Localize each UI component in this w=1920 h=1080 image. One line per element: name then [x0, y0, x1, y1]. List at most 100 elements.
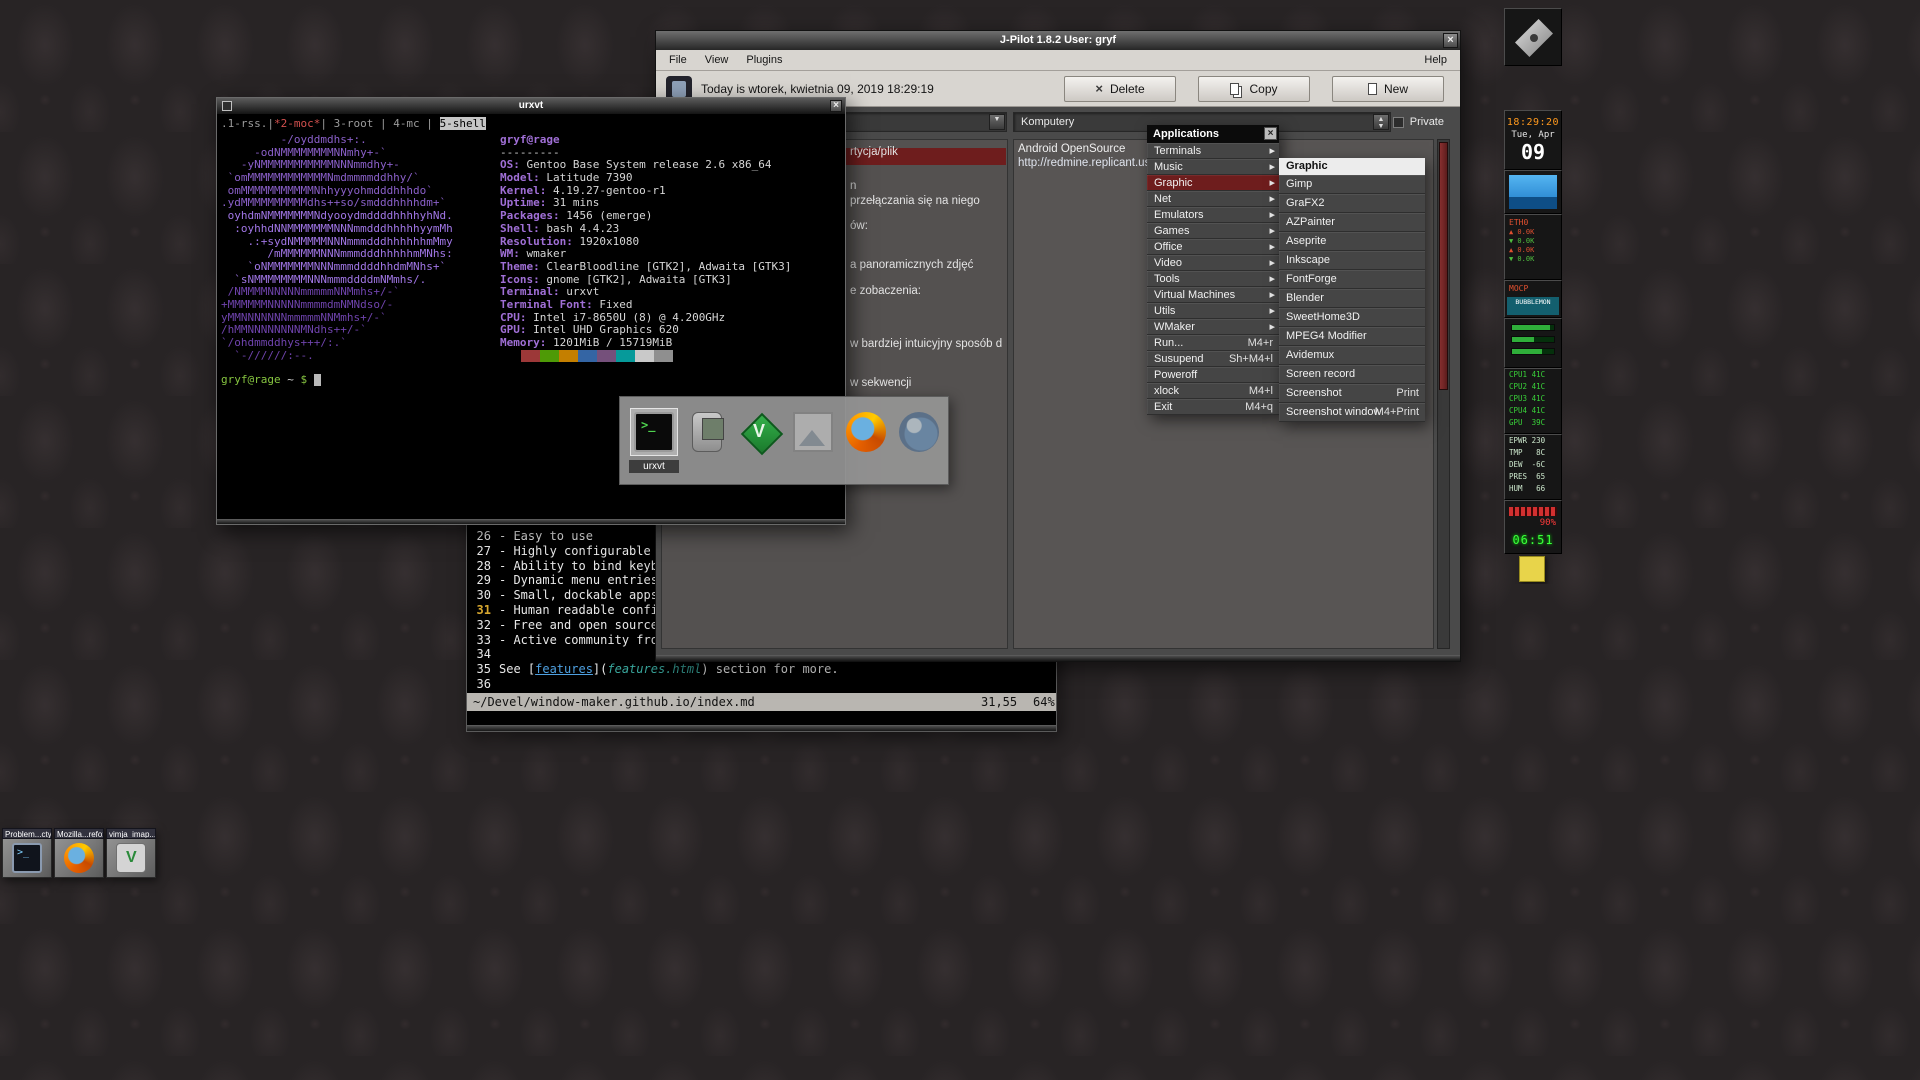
menu-item-grafx2[interactable]: GraFX2: [1279, 194, 1425, 213]
temperature-monitor-dockapp[interactable]: CPU1 41CCPU2 41CCPU3 41CCPU4 41CGPU 39C: [1504, 368, 1562, 434]
miniwindow-title: vimja_imap...: [106, 828, 156, 839]
vim-filename: ~/Devel/window-maker.github.io/index.md: [473, 693, 755, 711]
menu-item-aseprite[interactable]: Aseprite: [1279, 232, 1425, 251]
miniwindow-mozilla-refox[interactable]: Mozilla...refox: [54, 828, 104, 878]
menu-item-run[interactable]: Run...M4+r: [1147, 335, 1279, 351]
menu-item-screen-record[interactable]: Screen record: [1279, 365, 1425, 384]
terminal-titlebar[interactable]: urxvt ×: [217, 98, 845, 114]
vim-text-segment: features.html: [607, 662, 701, 676]
spinner-arrows-icon[interactable]: ▲▼: [1373, 114, 1389, 130]
menu-item-screenshot[interactable]: ScreenshotPrint: [1279, 384, 1425, 403]
menu-item-susupend[interactable]: SusupendSh+M4+l: [1147, 351, 1279, 367]
miniwindow-vimja-imap[interactable]: vimja_imap...: [106, 828, 156, 878]
menu-item-utils[interactable]: Utils▸: [1147, 303, 1279, 319]
pager-dockapp[interactable]: [1504, 170, 1562, 214]
network-monitor-dockapp[interactable]: ETH0▲ 0.0K▼ 0.0K▲ 0.0K▼ 0.0K: [1504, 214, 1562, 280]
menu-item-mpeg4-modifier[interactable]: MPEG4 Modifier: [1279, 327, 1425, 346]
info-value: urxvt: [566, 285, 599, 298]
menu-item-office[interactable]: Office▸: [1147, 239, 1279, 255]
close-icon[interactable]: ×: [1264, 127, 1277, 140]
jpilot-titlebar[interactable]: J-Pilot 1.8.2 User: gryf ×: [656, 31, 1460, 50]
record-url: http://redmine.replicant.us/: [1018, 157, 1154, 169]
terminal-tab[interactable]: .1-rss.: [221, 117, 267, 130]
wmaker-clip[interactable]: [1504, 8, 1562, 66]
menu-item-games[interactable]: Games▸: [1147, 223, 1279, 239]
new-button[interactable]: New: [1332, 76, 1444, 102]
menu-item-gimp[interactable]: Gimp: [1279, 175, 1425, 194]
menu-view[interactable]: View: [696, 52, 738, 68]
terminal-tab[interactable]: | 3-root | 4-mc |: [320, 117, 439, 130]
today-date-text: Today is wtorek, kwietnia 09, 2019 18:29…: [701, 82, 934, 96]
menu-item-avidemux[interactable]: Avidemux: [1279, 346, 1425, 365]
sticky-note-dockapp[interactable]: [1504, 556, 1562, 584]
launcher-item-firefox[interactable]: [842, 408, 890, 456]
menu-item-shortcut: M4+q: [1245, 399, 1273, 415]
menu-item-xlock[interactable]: xlockM4+l: [1147, 383, 1279, 399]
applications-menu: Applications × Terminals▸Music▸Graphic▸N…: [1147, 125, 1279, 415]
menu-item-screenshot-window[interactable]: Screenshot windowM4+Print: [1279, 403, 1425, 422]
close-icon[interactable]: ×: [830, 100, 842, 112]
info-label: WM:: [500, 247, 527, 260]
launcher-item-vim[interactable]: [736, 408, 784, 456]
copy-button[interactable]: Copy: [1198, 76, 1310, 102]
chevron-down-icon[interactable]: ▼: [989, 114, 1005, 130]
menu-item-sweethome3d[interactable]: SweetHome3D: [1279, 308, 1425, 327]
launcher-item-palm[interactable]: [683, 408, 731, 456]
terminal-tab[interactable]: |: [267, 117, 274, 130]
scrollbar-thumb[interactable]: [1439, 142, 1448, 390]
menu-item-inkscape[interactable]: Inkscape: [1279, 251, 1425, 270]
menu-item-poweroff[interactable]: Poweroff: [1147, 367, 1279, 383]
weather-station-dockapp[interactable]: EPWR 230TMP 8CDEW -6CPRES 65HUM 66: [1504, 434, 1562, 500]
delete-button[interactable]: × Delete: [1064, 76, 1176, 102]
load-monitor-dockapp[interactable]: [1504, 318, 1562, 368]
menu-item-label: Poweroff: [1154, 369, 1197, 381]
menu-item-terminals[interactable]: Terminals▸: [1147, 143, 1279, 159]
menu-item-label: Utils: [1154, 305, 1175, 317]
bubblemon-dockapp[interactable]: MOCPBUBBLEMON: [1504, 280, 1562, 318]
resize-handle[interactable]: [467, 725, 1056, 731]
private-checkbox[interactable]: [1393, 117, 1404, 128]
launcher-item-web-browser[interactable]: [895, 408, 943, 456]
terminal-tab-bar: .1-rss.|*2-moc*| 3-root | 4-mc | 5-shell: [221, 117, 486, 131]
menu-item-wmaker[interactable]: WMaker▸: [1147, 319, 1279, 335]
palette-swatch: [635, 350, 654, 362]
applications-menu-title[interactable]: Applications ×: [1147, 125, 1279, 143]
menu-file[interactable]: File: [660, 52, 696, 68]
launcher-item-urxvt[interactable]: [630, 408, 678, 456]
palette-swatch: [540, 350, 559, 362]
info-label: Uptime:: [500, 196, 553, 209]
submenu-arrow-icon: ▸: [1269, 191, 1275, 207]
menu-item-azpainter[interactable]: AZPainter: [1279, 213, 1425, 232]
clock-dockapp[interactable]: 18:29:20Tue, Apr09: [1504, 110, 1562, 170]
private-checkbox-group[interactable]: Private: [1393, 116, 1444, 128]
menu-item-music[interactable]: Music▸: [1147, 159, 1279, 175]
menu-item-virtual-machines[interactable]: Virtual Machines▸: [1147, 287, 1279, 303]
menu-help[interactable]: Help: [1415, 52, 1456, 68]
meter-clock-dockapp[interactable]: 90%06:51: [1504, 500, 1562, 554]
terminal-tab[interactable]: 5-shell: [440, 117, 486, 130]
menu-item-net[interactable]: Net▸: [1147, 191, 1279, 207]
resize-handle[interactable]: [656, 655, 1460, 661]
menu-item-blender[interactable]: Blender: [1279, 289, 1425, 308]
terminal-cursor[interactable]: [314, 374, 321, 386]
menu-plugins[interactable]: Plugins: [737, 52, 791, 68]
miniaturize-icon[interactable]: [222, 101, 232, 111]
miniwindow-body: [2, 839, 52, 878]
memo-text-fragment: e zobaczenia:: [850, 285, 921, 297]
menu-item-tools[interactable]: Tools▸: [1147, 271, 1279, 287]
menu-item-label: Avidemux: [1286, 349, 1334, 361]
close-icon[interactable]: ×: [1443, 33, 1458, 48]
menu-item-fontforge[interactable]: FontForge: [1279, 270, 1425, 289]
menu-item-video[interactable]: Video▸: [1147, 255, 1279, 271]
graphic-submenu-title[interactable]: Graphic: [1279, 158, 1425, 175]
menu-item-emulators[interactable]: Emulators▸: [1147, 207, 1279, 223]
launcher-item-image-viewer[interactable]: [789, 408, 837, 456]
vertical-scrollbar[interactable]: [1437, 139, 1450, 649]
submenu-arrow-icon: ▸: [1269, 287, 1275, 303]
menu-item-graphic[interactable]: Graphic▸: [1147, 175, 1279, 191]
menu-item-exit[interactable]: ExitM4+q: [1147, 399, 1279, 415]
terminal-tab[interactable]: *2-moc*: [274, 117, 320, 130]
resize-handle[interactable]: [217, 519, 845, 524]
miniwindow-problem-ctyl[interactable]: Problem...ctyl: [2, 828, 52, 878]
vim-line-number: 31: [467, 603, 491, 618]
